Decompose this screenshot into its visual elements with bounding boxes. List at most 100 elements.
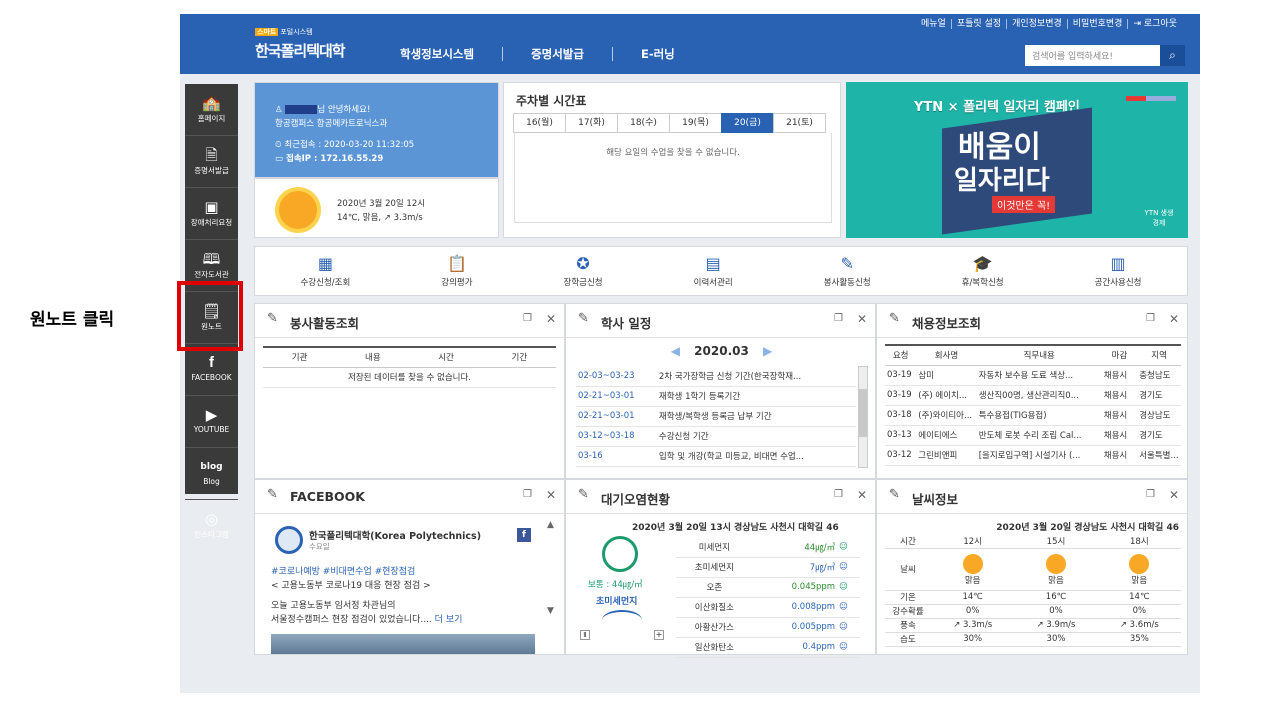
sidebar-item-youtube[interactable]: ▶ YOUTUBE	[185, 396, 238, 448]
next-month-button[interactable]: ▶	[763, 344, 772, 358]
quick-scholarship[interactable]: ✪ 장학금신청	[564, 254, 603, 288]
prev-month-button[interactable]: ◀	[671, 344, 680, 358]
table-row[interactable]: 03-19 삼미 자동차 보수용 도료 색상... 채용시 충청남도	[885, 365, 1181, 386]
scholarship-icon: ✪	[576, 254, 590, 273]
day-tabs: 16(월) 17(화) 18(수) 19(목) 20(금) 21(토)	[513, 113, 826, 133]
page-name[interactable]: 한국폴리텍대학(Korea Polytechnics)	[309, 528, 481, 542]
quick-register[interactable]: ▦ 수강신청/조회	[300, 254, 350, 288]
logout-link[interactable]: ⇥ 로그아웃	[1128, 19, 1182, 29]
volunteer-panel: ✎ 봉사활동조회 ❐ ✕ 기관 내용 시간 기간 저장된 데이터를 찾을 수 없…	[254, 303, 565, 479]
window-icon[interactable]: ❐	[1146, 313, 1155, 324]
table-row[interactable]: 03-19 (주) 에이치... 생산직00명, 생산관리직0... 채용시 경기도	[885, 385, 1181, 406]
window-icon[interactable]: ❐	[1146, 489, 1155, 500]
logo-title[interactable]: 한국폴리텍대학	[255, 40, 346, 61]
clipboard-icon: ▣	[204, 198, 219, 216]
quick-leave-return[interactable]: 🎓 휴/복학신청	[962, 254, 1004, 288]
table-row: 아황산가스 0.005ppm ☺	[676, 617, 860, 638]
close-icon[interactable]: ✕	[857, 488, 867, 502]
current-weather-card: 2020년 3월 20일 12시 14℃, 맑음, ↗ 3.3m/s	[254, 178, 499, 238]
air-sub: 초미세먼지	[596, 597, 638, 607]
instagram-icon: ◎	[204, 510, 219, 528]
smile-icon: ☺	[837, 637, 860, 658]
sidebar-item-instagram[interactable]: ◎ 인스타그램	[185, 500, 238, 552]
window-icon[interactable]: ❐	[523, 489, 532, 500]
close-icon[interactable]: ✕	[1169, 312, 1179, 326]
table-row[interactable]: 03-13 에이티에스 반도체 로봇 수리 조립 Cal... 채용시 경기도	[885, 425, 1181, 446]
portlet-icon: ✎	[267, 311, 278, 326]
schedule-panel: ✎ 학사 일정 ❐ ✕ ◀ 2020.03 ▶ 02-03~03-23 2차 국가…	[565, 303, 876, 479]
read-more-link[interactable]: 더 보기	[435, 615, 463, 625]
sidebar-item-support[interactable]: ▣ 장애처리요청	[185, 188, 238, 240]
list-item[interactable]: 02-21~03-01 재학생 1학기 등록기간	[576, 386, 856, 407]
table-row[interactable]: 03-18 (주)와이티아... 특수용접(TIG용접) 채용시 경상남도	[885, 405, 1181, 426]
expand-button[interactable]: +	[654, 630, 664, 640]
list-item[interactable]: 03-12~03-18 수강신청 기간	[576, 426, 856, 447]
campaign-banner[interactable]: YTN × 폴리텍 일자리 캠페인 배움이 일자리다 이것만은 꼭! YTN 생…	[846, 82, 1188, 238]
timetable-empty: 해당 요일의 수업을 찾을 수 없습니다.	[514, 133, 832, 223]
manual-link[interactable]: 메뉴얼	[916, 19, 952, 29]
quick-volunteer[interactable]: ✎ 봉사활동신청	[824, 254, 871, 288]
table-row[interactable]: 03-12 그린비앤피 [을지로입구역] 시설기사 (... 채용시 서울특별...	[885, 445, 1181, 466]
resume-icon: ▤	[705, 254, 721, 273]
list-item[interactable]: 02-03~03-23 2차 국가장학금 신청 기간(한국장학재...	[576, 366, 856, 387]
panel-title: FACEBOOK	[290, 489, 365, 504]
day-tab[interactable]: 16(월)	[513, 113, 566, 133]
space-icon: ▥	[1110, 254, 1126, 273]
password-change-link[interactable]: 비밀번호변경	[1068, 19, 1129, 29]
weather-date: 2020년 3월 20일 12시	[337, 199, 426, 209]
post-tags[interactable]: #코로나예방 #비대면수업 #현장점검	[271, 564, 415, 577]
nav-elearning[interactable]: E-러닝	[613, 47, 703, 61]
sidebar-item-facebook[interactable]: f FACEBOOK	[185, 344, 238, 396]
banner-slider-dots[interactable]	[1126, 96, 1176, 101]
sun-icon	[1129, 554, 1150, 574]
weather-panel: ✎ 날씨정보 ❐ ✕ 2020년 3월 20일 경상남도 사천시 대학길 46 …	[876, 479, 1188, 655]
pause-button[interactable]: Ⅱ	[580, 630, 590, 640]
nav-student-info[interactable]: 학생정보시스템	[400, 47, 504, 61]
day-tab[interactable]: 18(수)	[617, 113, 670, 133]
table-row: 오존 0.045ppm ☺	[676, 577, 860, 598]
air-gauge	[602, 610, 642, 630]
quick-space[interactable]: ▥ 공간사용신청	[1095, 254, 1142, 288]
list-item[interactable]: 02-21~03-01 재학생/복학생 등록금 납부 기간	[576, 406, 856, 427]
day-tab-selected[interactable]: 20(금)	[721, 113, 774, 133]
weather-table: 시간 12시 15시 18시 날씨 맑음 맑음 맑음 기온 14℃ 16℃ 14…	[885, 534, 1181, 647]
search-button[interactable]: ⌕	[1160, 45, 1185, 66]
window-icon[interactable]: ❐	[834, 489, 843, 500]
post-subtitle: < 고용노동부 코로나19 대응 현장 점검 >	[271, 581, 431, 591]
sidebar-item-homepage[interactable]: 🏫 홈페이지	[185, 84, 238, 136]
day-tab[interactable]: 21(토)	[773, 113, 826, 133]
smile-icon: ☺	[837, 577, 860, 598]
last-login: ⏲ 최근접속 : 2020-03-20 11:32:05	[275, 140, 415, 150]
window-icon[interactable]: ❐	[523, 313, 532, 324]
col-header: 직무내용	[976, 344, 1102, 366]
panel-title: 봉사활동조회	[290, 316, 360, 331]
day-tab[interactable]: 19(목)	[669, 113, 722, 133]
panel-title: 날씨정보	[912, 492, 959, 507]
air-status: 보통 : 44㎍/㎥	[588, 580, 643, 590]
close-icon[interactable]: ✕	[1169, 488, 1179, 502]
window-icon[interactable]: ❐	[834, 313, 843, 324]
top-bar: 스마트 포털시스템 한국폴리텍대학 학생정보시스템 증명서발급 E-러닝 메뉴얼 …	[180, 14, 1200, 74]
sidebar-item-blog[interactable]: blog Blog	[185, 448, 238, 500]
portlet-settings-link[interactable]: 포틀릿 설정	[952, 19, 1008, 29]
day-tab[interactable]: 17(화)	[565, 113, 618, 133]
close-icon[interactable]: ✕	[546, 312, 556, 326]
volunteer-icon: ✎	[840, 254, 854, 273]
list-item[interactable]: 03-16 입학 및 개강(학교 미등교, 비대면 수업...	[576, 446, 856, 467]
schedule-scrollbar[interactable]	[858, 366, 868, 468]
close-icon[interactable]: ✕	[546, 488, 556, 502]
col-header: 기관	[263, 346, 337, 368]
facebook-scrollbar[interactable]: ▲ ▼	[545, 520, 556, 628]
facebook-icon[interactable]: f	[517, 528, 531, 542]
sidebar-item-certificate[interactable]: 🗎 증명서발급	[185, 136, 238, 188]
close-icon[interactable]: ✕	[857, 312, 867, 326]
jobs-table: 요청 회사명 직무내용 마감 지역 03-19 삼미 자동차 보수용 도료 색상..…	[885, 344, 1181, 466]
quick-resume[interactable]: ▤ 이력서관리	[694, 254, 733, 288]
panel-title: 대기오염현황	[601, 492, 671, 507]
search-input[interactable]: 검색어를 입력하세요!	[1025, 45, 1175, 66]
profile-edit-link[interactable]: 개인정보변경	[1007, 19, 1068, 29]
schedule-list: 02-03~03-23 2차 국가장학금 신청 기간(한국장학재... 02-21…	[576, 366, 856, 467]
portlet-icon: ✎	[889, 487, 900, 502]
quick-evaluation[interactable]: 📋 강의평가	[441, 254, 472, 288]
nav-certificate[interactable]: 증명서발급	[503, 47, 613, 61]
